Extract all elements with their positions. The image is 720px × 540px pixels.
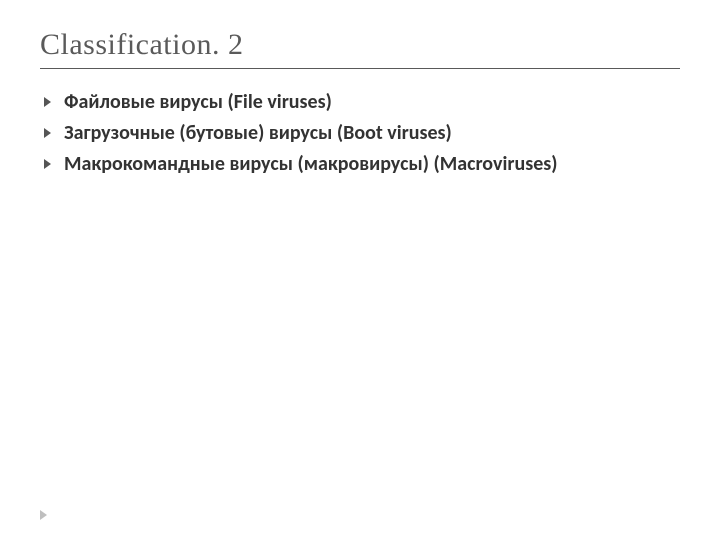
footer-triangle-icon bbox=[40, 510, 47, 520]
list-item-text: Файловые вирусы (File viruses) bbox=[64, 90, 332, 114]
slide: Classification. 2 Файловые вирусы (File … bbox=[0, 0, 720, 540]
triangle-bullet-icon bbox=[44, 97, 51, 107]
list-item: Макрокомандные вирусы (макровирусы) (Mac… bbox=[40, 151, 680, 178]
list-item-text: Макрокомандные вирусы (макровирусы) (Mac… bbox=[64, 152, 557, 176]
bullet-list: Файловые вирусы (File viruses) Загрузочн… bbox=[40, 89, 680, 178]
triangle-bullet-icon bbox=[44, 128, 51, 138]
list-item: Загрузочные (бутовые) вирусы (Boot virus… bbox=[40, 120, 680, 147]
list-item: Файловые вирусы (File viruses) bbox=[40, 89, 680, 116]
triangle-bullet-icon bbox=[44, 159, 51, 169]
slide-title: Classification. 2 bbox=[40, 28, 680, 69]
list-item-text: Загрузочные (бутовые) вирусы (Boot virus… bbox=[64, 121, 452, 145]
